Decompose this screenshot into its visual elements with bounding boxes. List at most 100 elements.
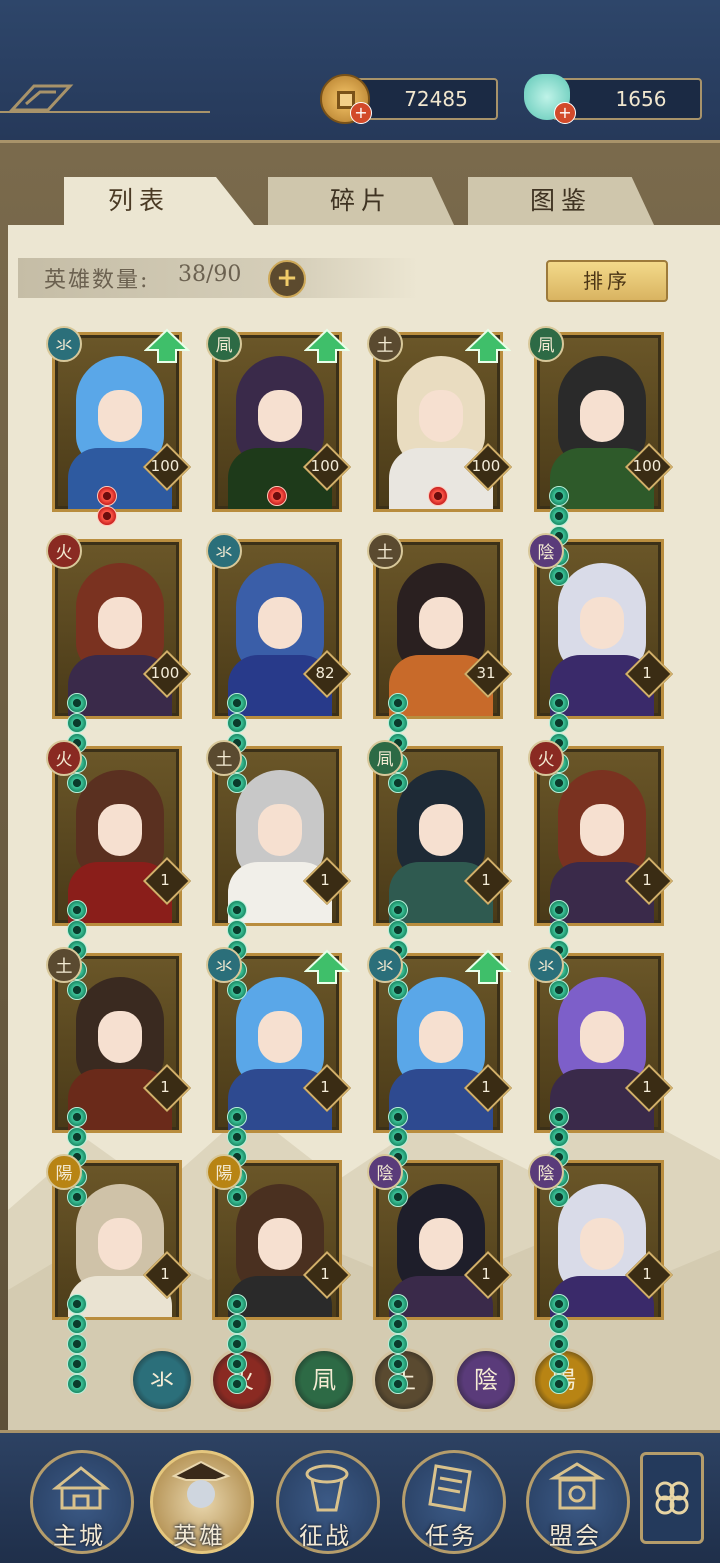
expand-hero-slots-button[interactable]: + [268, 260, 306, 298]
star-pip-icon [549, 1294, 569, 1314]
coin-amount: 72485 [404, 87, 468, 111]
hero-element-badge: 凬 [367, 740, 403, 776]
hero-star-row [267, 486, 289, 508]
sort-button[interactable]: 排序 [546, 260, 668, 302]
star-pip-icon [227, 1294, 247, 1314]
star-pip-icon [67, 1334, 87, 1354]
hero-level: 100 [150, 457, 180, 475]
cloud-pattern-decoration [0, 84, 210, 113]
tab-fragments[interactable]: 碎片 [268, 177, 454, 225]
tab-codex-label: 图鉴 [529, 186, 592, 215]
star-pip-icon [549, 506, 569, 526]
hero-element-badge: 陰 [367, 1154, 403, 1190]
hero-level: 1 [642, 1265, 652, 1283]
element-filter-button[interactable]: 氺 [130, 1348, 194, 1412]
element-filter-button[interactable]: 陰 [454, 1348, 518, 1412]
upgrade-arrow-icon [465, 949, 511, 984]
hero-count-value: 38/90 [178, 262, 242, 287]
star-pip-icon [388, 920, 408, 940]
element-filter-bar: 氺火凬土陰陽 [0, 1348, 720, 1412]
star-pip-icon [549, 1334, 569, 1354]
nav-label: 盟会 [549, 1522, 601, 1550]
hero-star-row [227, 693, 249, 793]
hero-element-badge: 火 [46, 740, 82, 776]
star-pip-icon [388, 1334, 408, 1354]
hero-element-badge: 凬 [206, 326, 242, 362]
hero-element-badge: 氺 [367, 947, 403, 983]
star-pip-icon [67, 900, 87, 920]
jade-amount: 1656 [615, 87, 667, 111]
star-pip-icon [67, 920, 87, 940]
star-pip-icon [549, 980, 569, 1000]
hero-element-badge: 土 [206, 740, 242, 776]
star-pip-icon [428, 486, 448, 506]
star-pip-icon [388, 773, 408, 793]
hero-star-row [388, 900, 410, 1000]
star-pip-icon [227, 1187, 247, 1207]
hero-level: 1 [160, 1078, 170, 1096]
star-pip-icon [549, 920, 569, 940]
hero-level: 82 [315, 664, 335, 682]
hero-level: 100 [150, 664, 180, 682]
hero-star-row [549, 900, 571, 1000]
hero-count-label: 英雄数量: [44, 268, 150, 293]
star-pip-icon [227, 900, 247, 920]
star-pip-icon [97, 486, 117, 506]
star-pip-icon [67, 1374, 87, 1394]
star-pip-icon [227, 1334, 247, 1354]
hero-star-row [388, 1107, 410, 1207]
star-pip-icon [549, 1127, 569, 1147]
star-pip-icon [549, 1374, 569, 1394]
hero-level: 1 [320, 871, 330, 889]
star-pip-icon [67, 713, 87, 733]
star-pip-icon [549, 693, 569, 713]
nav-label: 征战 [299, 1522, 351, 1550]
star-pip-icon [388, 980, 408, 1000]
task-icon [428, 1464, 472, 1512]
hero-star-row [227, 1294, 249, 1394]
hero-star-row [388, 693, 410, 793]
element-filter-button[interactable]: 凬 [292, 1348, 356, 1412]
star-pip-icon [549, 900, 569, 920]
star-pip-icon [388, 1354, 408, 1374]
hero-element-badge: 氺 [528, 947, 564, 983]
hero-level: 1 [481, 1265, 491, 1283]
hero-element-badge: 土 [367, 326, 403, 362]
tab-codex[interactable]: 图鉴 [468, 177, 654, 225]
hero-level: 1 [481, 1078, 491, 1096]
hero-element-badge: 凬 [528, 326, 564, 362]
hero-level: 31 [476, 664, 496, 682]
hero-star-row [549, 486, 571, 586]
add-jade-button[interactable]: + [554, 102, 576, 124]
hero-star-row [549, 1294, 571, 1394]
hero-star-row [549, 1107, 571, 1207]
star-pip-icon [227, 713, 247, 733]
add-coin-button[interactable]: + [350, 102, 372, 124]
star-pip-icon [549, 1187, 569, 1207]
star-pip-icon [227, 1107, 247, 1127]
hero-level: 1 [160, 1265, 170, 1283]
hero-star-row [227, 1107, 249, 1207]
star-pip-icon [388, 1374, 408, 1394]
hero-element-badge: 陽 [46, 1154, 82, 1190]
hero-level: 100 [632, 457, 662, 475]
star-pip-icon [388, 1187, 408, 1207]
star-pip-icon [549, 1107, 569, 1127]
hero-level: 100 [310, 457, 340, 475]
star-pip-icon [227, 1127, 247, 1147]
star-pip-icon [388, 1314, 408, 1334]
star-pip-icon [549, 486, 569, 506]
hero-level: 1 [642, 871, 652, 889]
hero-element-badge: 氺 [46, 326, 82, 362]
hero-star-row [428, 486, 450, 508]
star-pip-icon [227, 920, 247, 940]
hero-star-row [549, 693, 571, 793]
hero-level: 1 [642, 1078, 652, 1096]
hero-level: 1 [160, 871, 170, 889]
nav-label: 英雄 [173, 1522, 225, 1550]
hero-level: 1 [642, 664, 652, 682]
more-menu-button[interactable] [640, 1452, 704, 1544]
star-pip-icon [549, 1354, 569, 1374]
star-pip-icon [388, 900, 408, 920]
hero-element-badge: 陽 [206, 1154, 242, 1190]
